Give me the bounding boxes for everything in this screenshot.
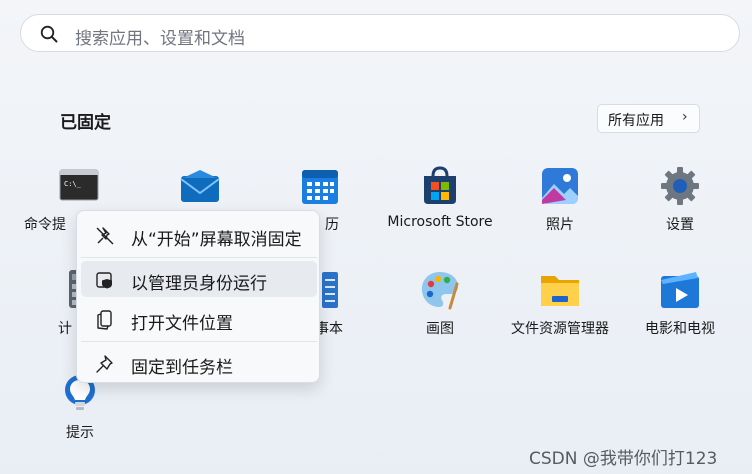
calendar-icon bbox=[302, 170, 338, 204]
context-menu: 从“开始”屏幕取消固定 以管理员身份运行 打开文件位置 固定到任务栏 bbox=[76, 210, 320, 383]
menu-item-open-file-location[interactable]: 打开文件位置 bbox=[81, 301, 317, 337]
photos-icon bbox=[542, 168, 578, 204]
menu-divider bbox=[81, 341, 317, 342]
app-label: 提示 bbox=[66, 425, 94, 441]
microsoft-store-icon bbox=[424, 166, 456, 204]
search-icon bbox=[40, 25, 58, 43]
svg-text:C:\_: C:\_ bbox=[64, 180, 82, 188]
command-prompt-icon: C:\_ bbox=[59, 169, 99, 201]
file-explorer-icon bbox=[541, 276, 579, 306]
menu-item-pin-to-taskbar[interactable]: 固定到任务栏 bbox=[81, 345, 317, 381]
app-label: 画图 bbox=[426, 321, 454, 337]
app-paint[interactable]: 画图 bbox=[380, 270, 500, 360]
chevron-right-icon: › bbox=[682, 109, 688, 125]
app-label: 设置 bbox=[666, 217, 694, 233]
menu-item-label: 以管理员身份运行 bbox=[131, 274, 267, 294]
movies-tv-icon bbox=[661, 272, 699, 308]
menu-item-label: 打开文件位置 bbox=[131, 314, 233, 334]
menu-divider bbox=[81, 257, 317, 258]
app-label: 文件资源管理器 bbox=[511, 321, 609, 337]
watermark: CSDN @我带你们打123 bbox=[529, 449, 718, 469]
pinned-section-title: 已固定 bbox=[60, 113, 111, 133]
search-placeholder: 搜索应用、设置和文档 bbox=[75, 29, 245, 49]
menu-item-label: 从“开始”屏幕取消固定 bbox=[131, 230, 302, 250]
app-photos[interactable]: 照片 bbox=[500, 166, 620, 256]
app-movies-tv[interactable]: 电影和电视 bbox=[620, 270, 740, 360]
app-label: 电影和电视 bbox=[645, 321, 715, 337]
search-box[interactable]: 搜索应用、设置和文档 bbox=[20, 14, 740, 52]
paint-palette-icon bbox=[421, 272, 459, 310]
pin-icon bbox=[96, 355, 113, 373]
mail-icon bbox=[180, 170, 220, 202]
app-label: Microsoft Store bbox=[387, 214, 493, 230]
menu-item-run-as-admin[interactable]: 以管理员身份运行 bbox=[81, 261, 317, 297]
open-file-location-icon bbox=[97, 310, 112, 330]
app-microsoft-store[interactable]: Microsoft Store bbox=[380, 166, 500, 256]
menu-item-unpin-from-start[interactable]: 从“开始”屏幕取消固定 bbox=[81, 217, 317, 253]
shield-admin-icon bbox=[96, 272, 112, 289]
unpin-icon bbox=[96, 227, 114, 245]
app-tips[interactable]: 提示 bbox=[20, 374, 140, 464]
menu-item-label: 固定到任务栏 bbox=[131, 358, 233, 378]
app-file-explorer[interactable]: 文件资源管理器 bbox=[500, 270, 620, 360]
app-label: 照片 bbox=[546, 217, 574, 233]
app-settings[interactable]: 设置 bbox=[620, 166, 740, 256]
all-apps-button[interactable]: 所有应用 › bbox=[597, 104, 700, 133]
settings-gear-icon bbox=[661, 167, 699, 205]
all-apps-label: 所有应用 bbox=[608, 113, 664, 129]
